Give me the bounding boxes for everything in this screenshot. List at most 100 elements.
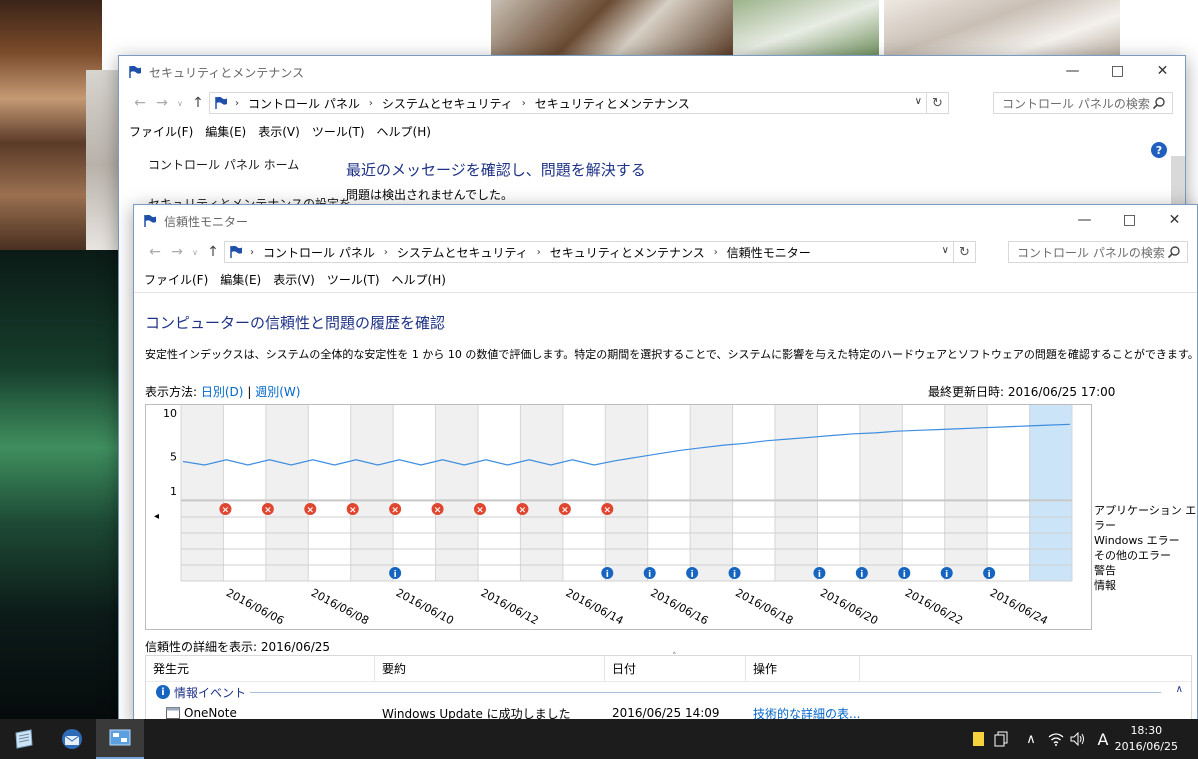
- menu-edit[interactable]: 編集(E): [205, 123, 246, 140]
- menu-edit[interactable]: 編集(E): [220, 271, 261, 288]
- cell-source: OneNote: [146, 706, 375, 720]
- chevron-right-icon[interactable]: ›: [522, 98, 526, 109]
- reliability-monitor-window[interactable]: 信頼性モニター — □ ✕ ← → ∨ ↑ › コントロール パネル › システ…: [133, 204, 1198, 725]
- menu-tools[interactable]: ツール(T): [327, 271, 380, 288]
- menu-view[interactable]: 表示(V): [273, 271, 315, 288]
- search-placeholder: コントロール パネルの検索: [1017, 245, 1165, 260]
- refresh-icon[interactable]: ↻: [926, 93, 948, 113]
- history-dropdown-icon[interactable]: ∨: [188, 248, 202, 257]
- chart-day-column: [393, 405, 436, 581]
- address-field[interactable]: › コントロール パネル › システムとセキュリティ › セキュリティとメンテナ…: [209, 92, 949, 114]
- reliability-chart-svg[interactable]: 10 5 1 ◂ × × × × × × × × × × i i i i i i i i i i 2016/06/06 2016/…: [146, 405, 1091, 629]
- close-button[interactable]: ✕: [1140, 56, 1185, 86]
- menu-file[interactable]: ファイル(F): [129, 123, 193, 140]
- info-icon: i: [156, 685, 170, 699]
- chevron-down-icon[interactable]: ∨: [915, 96, 922, 107]
- maximize-button[interactable]: □: [1095, 56, 1140, 86]
- chevron-up-icon[interactable]: ∧: [1022, 729, 1040, 749]
- flag-icon: [129, 65, 141, 78]
- wifi-icon[interactable]: [1047, 729, 1065, 749]
- search-icon[interactable]: [1152, 96, 1166, 110]
- back-arrow-icon[interactable]: ←: [129, 95, 151, 111]
- breadcrumb-control-panel[interactable]: コントロール パネル: [248, 95, 360, 112]
- chart-scroll-left-icon[interactable]: ◂: [154, 511, 159, 522]
- table-header: ˄ 発生元 要約 日付 操作: [146, 652, 1191, 682]
- view-weekly-link[interactable]: 週別(W): [255, 385, 300, 399]
- chevron-down-icon[interactable]: ∨: [942, 245, 949, 256]
- breadcrumb-reliability-monitor[interactable]: 信頼性モニター: [727, 244, 811, 261]
- notepad-icon: [15, 729, 33, 749]
- maximize-button[interactable]: □: [1107, 205, 1152, 235]
- chart-day-column: [690, 405, 733, 581]
- column-action[interactable]: 操作: [746, 655, 860, 682]
- reliability-chart[interactable]: 10 5 1 ◂ × × × × × × × × × × i i i i i i i i i i 2016/06/06 2016/…: [145, 404, 1092, 630]
- status-text: 問題は検出されませんでした。: [346, 188, 514, 202]
- help-icon[interactable]: ?: [1151, 142, 1167, 158]
- taskbar-app-control-panel[interactable]: [96, 719, 144, 759]
- breadcrumb-security-maintenance[interactable]: セキュリティとメンテナンス: [535, 95, 690, 112]
- chart-legend: アプリケーション エラー Windows エラー その他のエラー 警告 情報: [1094, 503, 1197, 593]
- chevron-right-icon[interactable]: ›: [714, 247, 718, 258]
- chart-day-column: [520, 405, 563, 581]
- breadcrumb-control-panel[interactable]: コントロール パネル: [263, 244, 375, 261]
- menu-tools[interactable]: ツール(T): [312, 123, 365, 140]
- menu-file[interactable]: ファイル(F): [144, 271, 208, 288]
- title-bar[interactable]: セキュリティとメンテナンス — □ ✕: [119, 56, 1185, 88]
- ime-indicator[interactable]: A: [1094, 729, 1112, 749]
- wallpaper-photo-room: [86, 70, 120, 260]
- close-button[interactable]: ✕: [1152, 205, 1197, 235]
- chart-day-column: [817, 405, 860, 581]
- taskbar-app-thunderbird[interactable]: [48, 719, 96, 759]
- menu-help[interactable]: ヘルプ(H): [392, 271, 446, 288]
- link-control-panel-home[interactable]: コントロール パネル ホーム: [148, 156, 351, 173]
- breadcrumb-system-security[interactable]: システムとセキュリティ: [397, 244, 528, 261]
- search-input[interactable]: コントロール パネルの検索: [993, 92, 1173, 114]
- reliability-details-table: ˄ 発生元 要約 日付 操作 i 情報イベント ∧ OneNote Window…: [145, 652, 1192, 725]
- search-input[interactable]: コントロール パネルの検索: [1008, 241, 1188, 263]
- copy-app-icon[interactable]: [992, 729, 1010, 749]
- menu-view[interactable]: 表示(V): [258, 123, 300, 140]
- menu-help[interactable]: ヘルプ(H): [377, 123, 431, 140]
- minimize-button[interactable]: —: [1062, 205, 1107, 235]
- x-tick-label: 2016/06/06: [224, 586, 286, 627]
- search-icon[interactable]: [1167, 245, 1181, 259]
- up-arrow-icon[interactable]: ↑: [187, 95, 209, 111]
- info-icon-glyph: i: [733, 570, 736, 580]
- volume-icon[interactable]: [1069, 729, 1087, 749]
- column-source[interactable]: 発生元: [146, 655, 375, 682]
- mail-app-icon: [62, 729, 82, 749]
- info-icon-glyph: i: [648, 570, 651, 580]
- breadcrumb-system-security[interactable]: システムとセキュリティ: [382, 95, 513, 112]
- up-arrow-icon[interactable]: ↑: [202, 244, 224, 260]
- view-daily-link[interactable]: 日別(D): [201, 385, 244, 399]
- title-bar[interactable]: 信頼性モニター — □ ✕: [134, 205, 1197, 237]
- error-icon-glyph: ×: [561, 506, 569, 516]
- taskbar-clock[interactable]: 18:30 2016/06/25: [1115, 723, 1178, 755]
- forward-arrow-icon[interactable]: →: [166, 244, 188, 260]
- start-button[interactable]: [0, 719, 48, 759]
- column-summary[interactable]: 要約: [375, 655, 605, 682]
- minimize-button[interactable]: —: [1050, 56, 1095, 86]
- refresh-icon[interactable]: ↻: [953, 242, 975, 262]
- group-info-events[interactable]: i 情報イベント ∧: [146, 682, 1191, 702]
- chart-day-column: [478, 405, 521, 581]
- chart-day-column: [775, 405, 818, 581]
- detail-label: 信頼性の詳細を表示: 2016/06/25: [145, 640, 331, 654]
- history-dropdown-icon[interactable]: ∨: [173, 99, 187, 108]
- wallpaper-photo-aurora: [0, 250, 135, 720]
- wallpaper-photo-garden: [733, 0, 879, 58]
- breadcrumb-security-maintenance[interactable]: セキュリティとメンテナンス: [550, 244, 705, 261]
- chevron-right-icon[interactable]: ›: [537, 247, 541, 258]
- forward-arrow-icon[interactable]: →: [151, 95, 173, 111]
- info-icon-glyph: i: [988, 570, 991, 580]
- sticky-notes-icon[interactable]: [970, 729, 988, 749]
- flag-icon: [230, 245, 242, 258]
- back-arrow-icon[interactable]: ←: [144, 244, 166, 260]
- description-text: 安定性インデックスは、システムの全体的な安定性を 1 から 10 の数値で評価し…: [145, 348, 1198, 361]
- chevron-right-icon[interactable]: ›: [384, 247, 388, 258]
- chevron-up-icon[interactable]: ∧: [1176, 684, 1183, 695]
- chevron-right-icon[interactable]: ›: [369, 98, 373, 109]
- source-name: OneNote: [184, 706, 237, 720]
- error-icon-glyph: ×: [307, 506, 315, 516]
- address-field[interactable]: › コントロール パネル › システムとセキュリティ › セキュリティとメンテナ…: [224, 241, 976, 263]
